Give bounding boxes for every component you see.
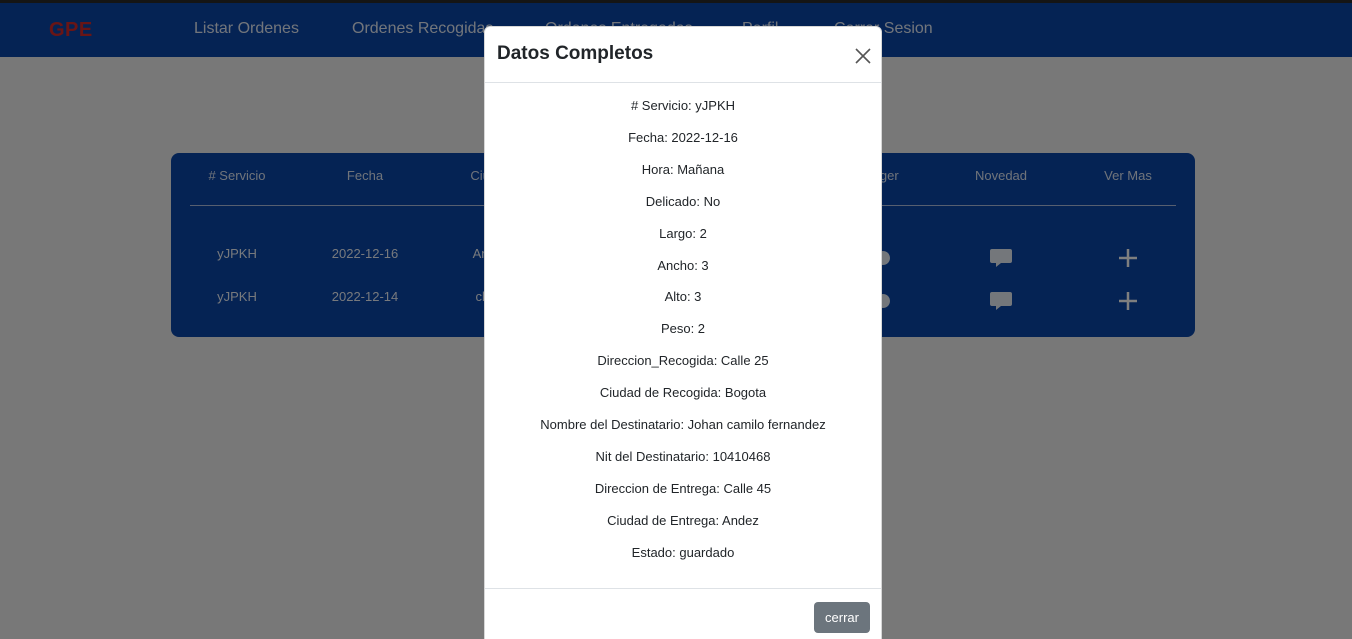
detail-delicado: Delicado: No [645, 194, 721, 209]
detail-servicio: # Servicio: yJPKH [630, 98, 736, 113]
detail-ciudad-recogida: Ciudad de Recogida: Bogota [599, 385, 767, 400]
detail-largo: Largo: 2 [659, 226, 707, 241]
modal-header: Datos Completos [485, 27, 881, 83]
modal-title: Datos Completos [497, 43, 654, 64]
close-icon[interactable] [851, 44, 875, 68]
modal-footer: cerrar [485, 588, 881, 639]
close-button[interactable]: cerrar [814, 602, 870, 633]
detail-direccion-recogida: Direccion_Recogida: Calle 25 [597, 353, 769, 368]
detail-alto: Alto: 3 [664, 289, 702, 304]
detail-direccion-entrega: Direccion de Entrega: Calle 45 [594, 481, 772, 496]
details-modal: Datos Completos # Servicio: yJPKH Fecha:… [484, 26, 882, 639]
detail-estado: Estado: guardado [631, 545, 735, 560]
detail-hora: Hora: Mañana [641, 162, 725, 177]
detail-fecha: Fecha: 2022-12-16 [628, 130, 738, 145]
detail-nombre-destinatario: Nombre del Destinatario: Johan camilo fe… [540, 417, 826, 432]
detail-peso: Peso: 2 [660, 321, 706, 336]
detail-nit-destinatario: Nit del Destinatario: 10410468 [595, 449, 771, 464]
detail-ciudad-entrega: Ciudad de Entrega: Andez [607, 513, 759, 528]
detail-ancho: Ancho: 3 [657, 258, 709, 273]
modal-body: # Servicio: yJPKH Fecha: 2022-12-16 Hora… [485, 83, 881, 589]
